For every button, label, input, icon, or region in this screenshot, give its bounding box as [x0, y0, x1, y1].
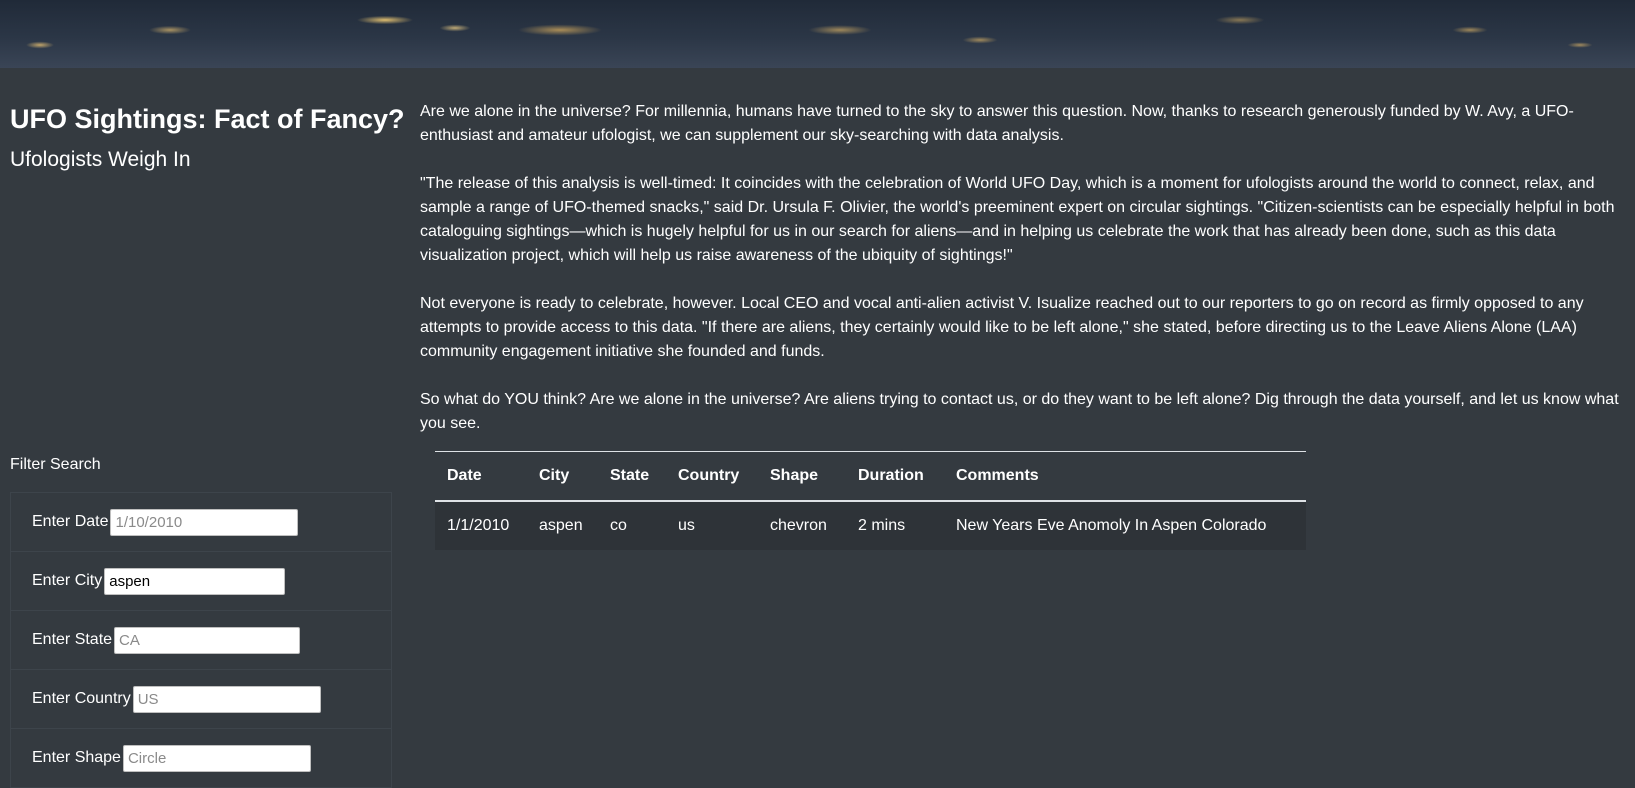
title-block: UFO Sightings: Fact of Fancy? Ufologists… [10, 96, 405, 174]
shape-input[interactable] [122, 744, 311, 772]
column-header-state: State [598, 451, 666, 502]
article-paragraph: Are we alone in the universe? For millen… [420, 103, 1574, 144]
article-body: Are we alone in the universe? For millen… [420, 100, 1620, 436]
column-header-comments: Comments [944, 451, 1306, 502]
cell-shape: chevron [758, 501, 846, 550]
page-title: UFO Sightings: Fact of Fancy? [10, 104, 405, 134]
city-label: Enter City [32, 572, 103, 589]
column-header-shape: Shape [758, 451, 846, 502]
filter-search-heading: Filter Search [10, 456, 101, 473]
cell-city: aspen [527, 501, 598, 550]
cell-state: co [598, 501, 666, 550]
page-subtitle: Ufologists Weigh In [10, 148, 191, 171]
column-header-date: Date [435, 451, 527, 502]
filter-item-date: Enter Date [11, 493, 391, 552]
article-paragraph: Not everyone is ready to celebrate, howe… [420, 295, 1584, 360]
filter-item-state: Enter State [11, 611, 391, 670]
cell-date: 1/1/2010 [435, 501, 527, 550]
article-paragraph: So what do YOU think? Are we alone in th… [420, 391, 1619, 432]
filter-list: Enter Date Enter City Enter State Enter … [10, 492, 392, 788]
filter-item-shape: Enter Shape [11, 729, 391, 788]
column-header-country: Country [666, 451, 758, 502]
article-paragraph: "The release of this analysis is well-ti… [420, 175, 1615, 264]
ufo-table: Date City State Country Shape Duration C… [435, 451, 1306, 550]
cell-duration: 2 mins [846, 501, 944, 550]
date-input[interactable] [110, 508, 299, 536]
table-body: 1/1/2010 aspen co us chevron 2 mins New … [435, 501, 1306, 550]
column-header-city: City [527, 451, 598, 502]
date-label: Enter Date [32, 513, 109, 530]
filter-item-city: Enter City [11, 552, 391, 611]
hero-banner-image [0, 0, 1635, 68]
table-header-row: Date City State Country Shape Duration C… [435, 451, 1306, 502]
state-input[interactable] [114, 626, 301, 654]
table-header: Date City State Country Shape Duration C… [435, 451, 1306, 502]
state-label: Enter State [32, 631, 113, 648]
shape-label: Enter Shape [32, 749, 121, 766]
ufo-table-container: Date City State Country Shape Duration C… [435, 451, 1306, 550]
country-input[interactable] [132, 685, 321, 713]
cell-country: us [666, 501, 758, 550]
table-row: 1/1/2010 aspen co us chevron 2 mins New … [435, 501, 1306, 550]
column-header-duration: Duration [846, 451, 944, 502]
cell-comments: New Years Eve Anomoly In Aspen Colorado [944, 501, 1306, 550]
filter-item-country: Enter Country [11, 670, 391, 729]
city-input[interactable] [104, 567, 286, 595]
country-label: Enter Country [32, 690, 131, 707]
